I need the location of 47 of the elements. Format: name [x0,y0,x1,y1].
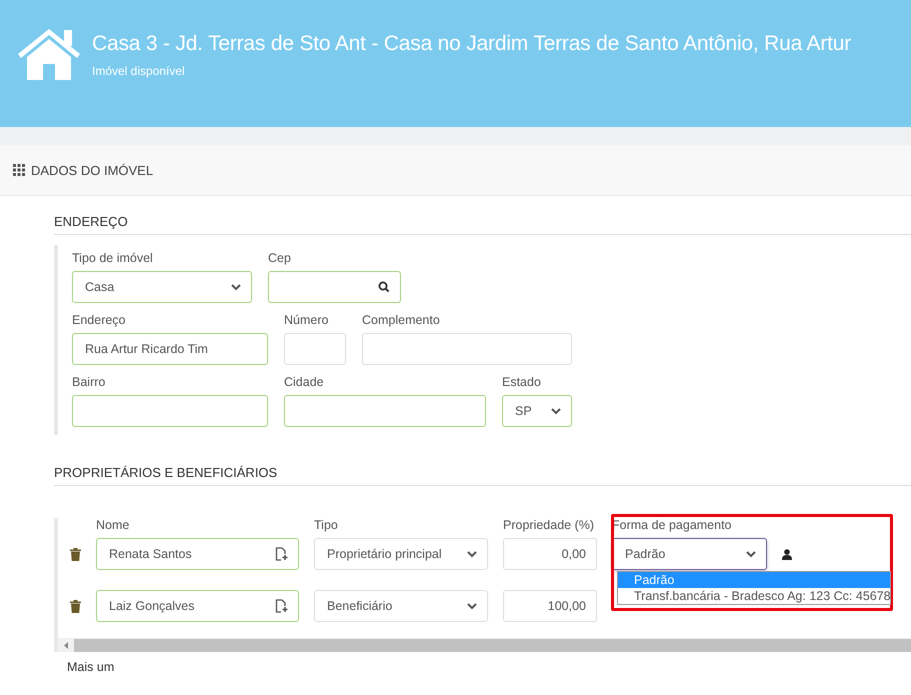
chevron-down-icon [551,408,561,414]
section-title: DADOS DO IMÓVEL [31,162,154,178]
input-field[interactable]: 100,00 [503,590,597,622]
select-field[interactable]: Beneficiário [314,590,488,622]
field-label: Número [284,313,330,327]
column-label: Nome [96,518,130,532]
field-label: Cep [268,251,292,265]
add-document-icon[interactable] [275,599,288,613]
field-label: Cidade [284,375,325,389]
chevron-down-icon [467,602,477,610]
field-label: Bairro [72,375,106,389]
scroll-left-icon[interactable] [64,642,68,649]
select-field[interactable]: Padrão [612,538,767,570]
trash-icon[interactable] [70,548,81,560]
search-icon [378,281,390,293]
input-field[interactable] [284,395,486,427]
column-label: Propriedade (%) [503,518,596,532]
add-document-icon[interactable] [275,547,288,561]
input-field[interactable] [362,333,572,365]
chevron-down-icon [467,550,477,558]
field-label: Endereço [72,313,127,327]
name-field[interactable]: Laiz Gonçalves [96,590,299,622]
select-field[interactable]: Proprietário principal [314,538,488,570]
input-field[interactable] [284,333,346,365]
field-label: Tipo de imóvel [72,251,154,265]
dropdown-option[interactable]: Transf.bancária - Bradesco Ag: 123 Cc: 45678 [618,588,890,604]
trash-icon[interactable] [70,600,81,612]
field-label: Complemento [362,313,441,327]
input-field[interactable]: 0,00 [503,538,597,570]
page-title: Casa 3 - Jd. Terras de Sto Ant - Casa no Jardim Terras de Santo Antônio, Rua Artur [92,32,852,56]
chevron-down-icon [231,284,241,290]
search-field[interactable] [268,271,401,303]
section-heading: ENDEREÇO [54,214,911,235]
select-field[interactable]: Casa [72,271,252,303]
name-field[interactable]: Renata Santos [96,538,299,570]
status-subtitle: Imóvel disponível [92,64,186,78]
field-label: Estado [502,375,542,389]
input-field[interactable]: Rua Artur Ricardo Tim [72,333,268,365]
select-field[interactable]: SP [502,395,572,427]
chevron-down-icon [746,550,756,558]
input-field[interactable] [72,395,268,427]
section-heading: PROPRIETÁRIOS E BENEFICIÁRIOS [54,465,911,486]
person-icon[interactable] [782,548,792,560]
column-label: Tipo [314,518,339,532]
house-icon [16,26,82,82]
grid-icon [13,164,25,176]
add-more-link[interactable]: Mais um [67,660,114,674]
